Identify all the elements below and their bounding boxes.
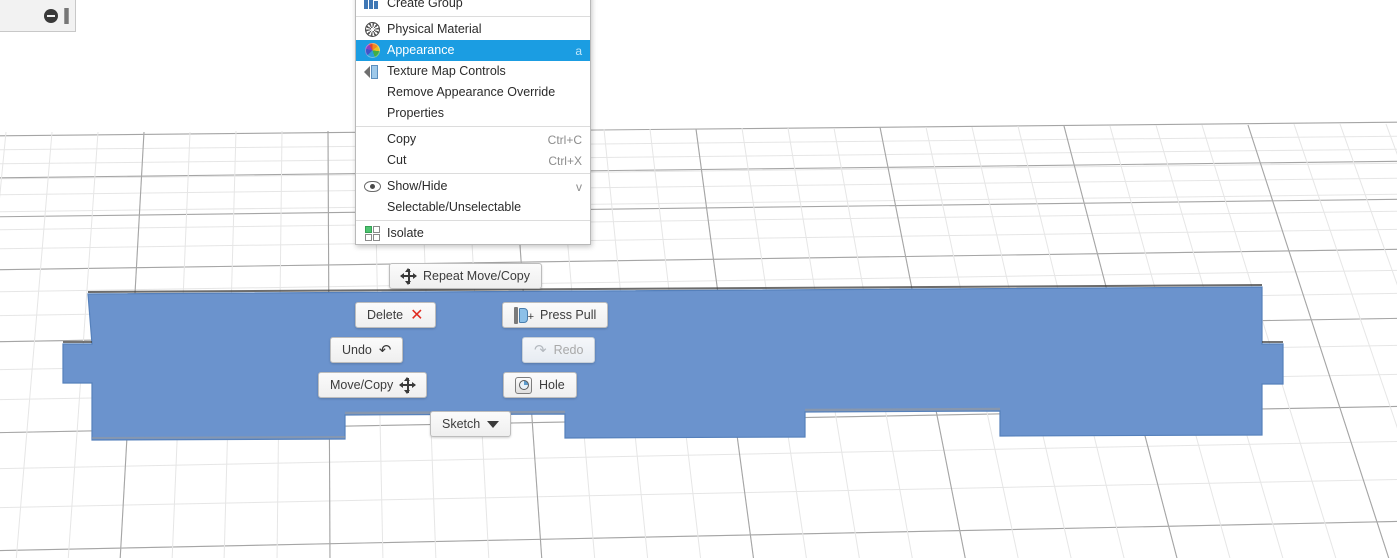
press-pull-label: Press Pull [540,307,597,322]
menu-item-label: Remove Appearance Override [387,85,556,99]
physical-material-icon-slot [362,22,382,38]
delete-button[interactable]: Delete ✕ [355,302,436,328]
menu-icon-slot-empty [362,132,382,148]
undo-button[interactable]: Undo ↶ [330,337,404,363]
redo-arrow-icon: ↷ [534,340,547,359]
repeat-move-copy-label: Repeat Move/Copy [423,268,531,283]
eye-icon [363,181,381,192]
menu-item-label: Properties [387,106,444,120]
isolate-icon-slot [362,226,382,242]
move-arrows-icon [399,376,417,394]
menu-item-texture-map-controls[interactable]: Texture Map Controls [356,61,590,82]
menu-separator [356,16,590,17]
sketch-label: Sketch [442,416,481,431]
menu-icon-slot-empty [362,153,382,169]
chevron-down-icon [487,420,500,428]
body-context-menu[interactable]: Create Group Physical Material Appearance a… [355,0,591,245]
menu-item-copy[interactable]: Copy Ctrl+C [356,129,590,150]
menu-item-label: Copy [387,132,417,146]
menu-separator [356,173,590,174]
delete-label: Delete [367,307,404,322]
appearance-icon [364,43,380,58]
undo-label: Undo [342,342,372,357]
red-x-icon: ✕ [410,305,424,324]
eye-icon-slot [362,179,382,195]
minus-circle-icon[interactable] [44,8,58,23]
menu-item-label: Cut [387,153,407,167]
move-copy-label: Move/Copy [330,377,394,392]
physical-material-icon [364,22,380,37]
press-pull-button[interactable]: + Press Pull [502,302,609,328]
menu-item-create-group[interactable]: Create Group [356,0,590,14]
menu-item-isolate[interactable]: Isolate [356,223,590,244]
menu-item-label: Appearance [387,43,455,57]
move-arrows-icon [400,267,417,285]
create-group-icon-slot [362,0,382,12]
menu-item-remove-appearance-override[interactable]: Remove Appearance Override [356,82,590,103]
menu-item-shortcut: a [575,43,582,58]
hole-icon [515,376,532,394]
menu-item-label: Isolate [387,226,424,240]
undo-arrow-icon: ↶ [378,340,392,359]
menu-item-properties[interactable]: Properties [356,103,590,124]
menu-item-physical-material[interactable]: Physical Material [356,19,590,40]
menu-item-show-hide[interactable]: Show/Hide v [356,176,590,197]
texture-map-icon-slot [362,64,382,80]
menu-item-label: Physical Material [387,22,482,36]
perspective-grid [0,121,1397,558]
repeat-move-copy-button[interactable]: Repeat Move/Copy [389,263,543,289]
sketch-button[interactable]: Sketch [430,411,512,437]
menu-item-label: Texture Map Controls [387,64,506,78]
move-copy-button[interactable]: Move/Copy [318,372,428,398]
menu-separator [356,126,590,127]
selected-body-shape [62,284,1284,441]
menu-item-selectable-unselectable[interactable]: Selectable/Unselectable [356,197,590,218]
menu-item-cut[interactable]: Cut Ctrl+X [356,150,590,171]
menu-item-appearance[interactable]: Appearance a [356,40,590,61]
redo-label: Redo [553,342,584,357]
menu-icon-slot-empty [362,200,382,216]
menu-item-shortcut: Ctrl+X [548,153,582,168]
press-pull-icon: + [514,306,534,324]
menu-item-shortcut: Ctrl+C [547,132,582,147]
isolate-icon [364,226,380,241]
hole-label: Hole [539,377,565,392]
menu-item-label: Selectable/Unselectable [387,200,522,214]
menu-item-label: Create Group [387,0,463,10]
text-caret-icon [64,7,69,24]
menu-icon-slot-empty [362,106,382,122]
redo-button[interactable]: ↷ Redo [522,337,596,363]
create-group-icon [364,0,380,9]
appearance-icon-slot [362,43,382,59]
hole-button[interactable]: Hole [503,372,577,398]
menu-icon-slot-empty [362,85,382,101]
selection-toolbar[interactable] [0,0,76,32]
menu-item-shortcut: v [576,179,582,194]
menu-item-label: Show/Hide [387,179,448,193]
menu-separator [356,220,590,221]
texture-map-icon [363,64,381,79]
3d-viewport[interactable] [0,0,1397,558]
